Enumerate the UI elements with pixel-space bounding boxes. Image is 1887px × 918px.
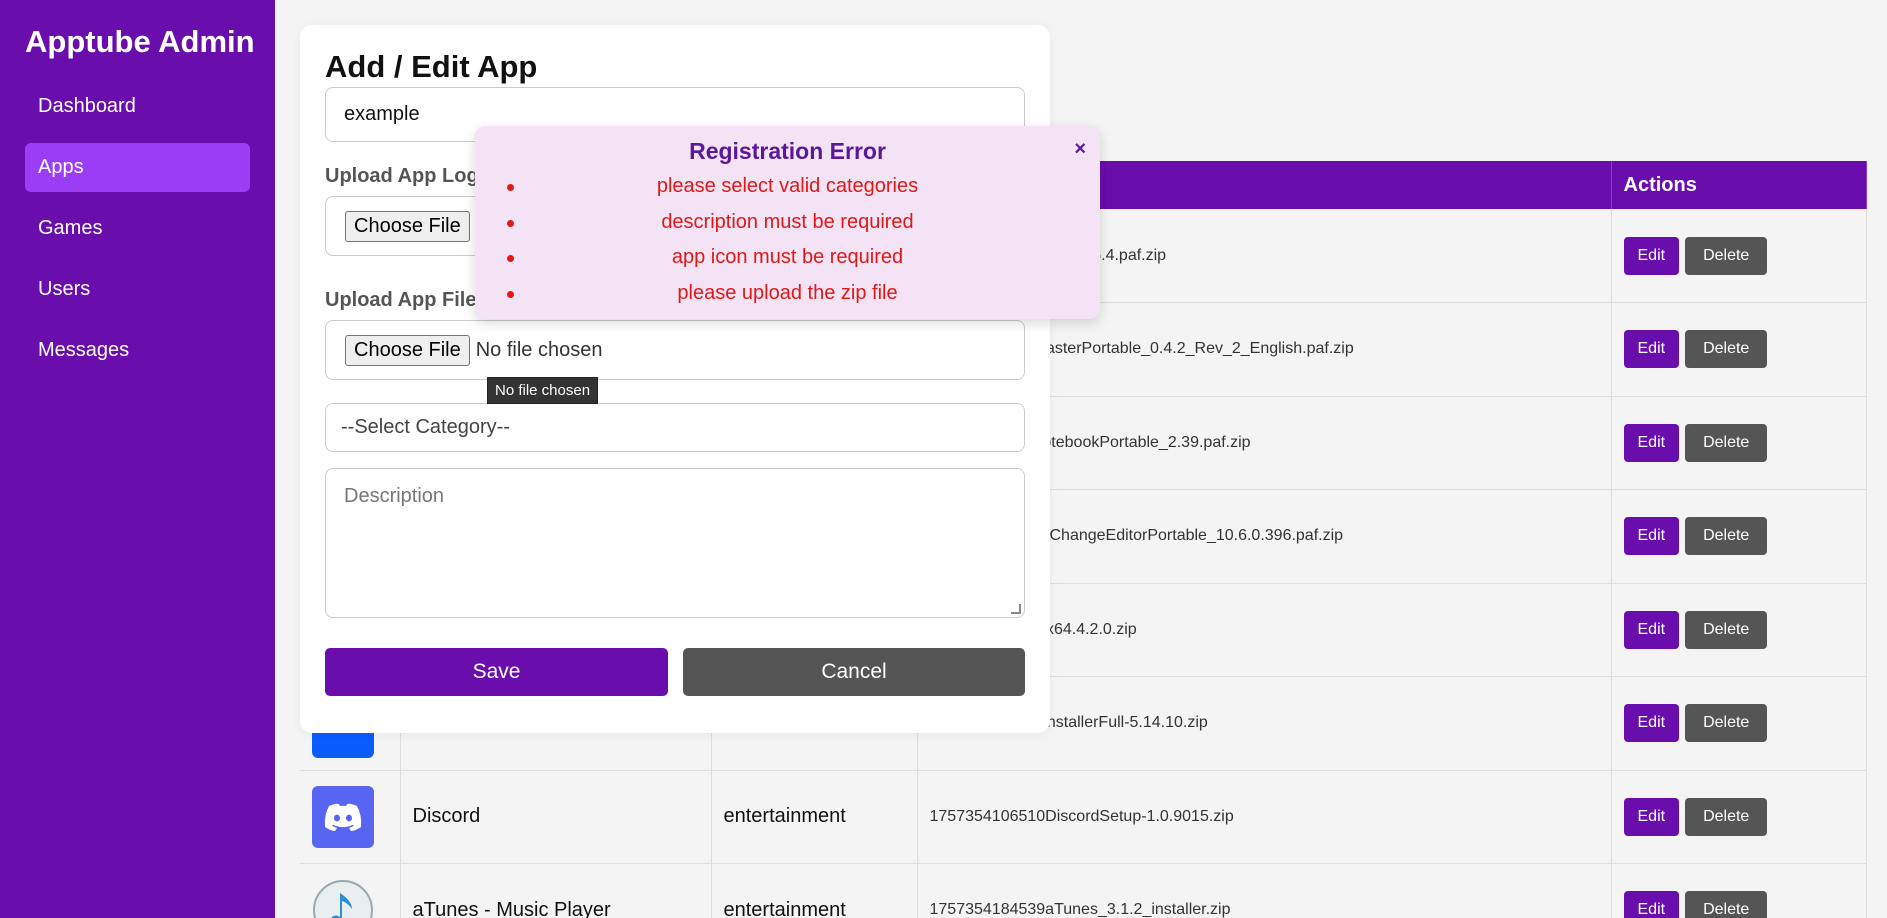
edit-button[interactable]: Edit bbox=[1623, 517, 1680, 556]
edit-button[interactable]: Edit bbox=[1623, 610, 1680, 649]
registration-error-popup: Registration Error × please select valid… bbox=[475, 126, 1100, 319]
actions-cell: Edit Delete bbox=[1611, 583, 1867, 677]
delete-button[interactable]: Delete bbox=[1685, 330, 1768, 369]
sidebar-item-users[interactable]: Users bbox=[25, 265, 250, 314]
sidebar-item-dashboard[interactable]: Dashboard bbox=[25, 82, 250, 131]
delete-button[interactable]: Delete bbox=[1685, 236, 1768, 275]
error-message: please upload the zip file bbox=[495, 276, 1080, 312]
file-status-text: No file chosen bbox=[475, 338, 603, 361]
atunes-app-icon bbox=[312, 879, 374, 918]
actions-cell: Edit Delete bbox=[1611, 302, 1867, 397]
actions-cell: Edit Delete bbox=[1611, 676, 1867, 771]
app-file: 1757354106510DiscordSetup-1.0.9015.zip bbox=[917, 770, 1612, 864]
modal-title: Add / Edit App bbox=[325, 49, 538, 84]
error-title: Registration Error bbox=[689, 138, 886, 164]
delete-button[interactable]: Delete bbox=[1685, 517, 1768, 556]
app-name: aTunes - Music Player bbox=[400, 863, 712, 918]
error-message: description must be required bbox=[495, 205, 1080, 241]
discord-app-icon bbox=[312, 785, 374, 848]
category-select[interactable]: --Select Category-- bbox=[325, 403, 1025, 452]
error-message: please select valid categories bbox=[495, 169, 1080, 205]
app-category: entertainment bbox=[711, 770, 918, 864]
sidebar-item-messages[interactable]: Messages bbox=[25, 326, 250, 375]
music-note-icon bbox=[313, 880, 373, 918]
app-name: Discord bbox=[400, 770, 712, 864]
app-category: entertainment bbox=[711, 863, 918, 918]
delete-button[interactable]: Delete bbox=[1685, 610, 1768, 649]
brand-title: Apptube Admin bbox=[25, 24, 255, 59]
sidebar-item-apps[interactable]: Apps bbox=[25, 143, 250, 192]
app-file-field: Choose File No file chosen bbox=[325, 320, 1025, 380]
error-message: app icon must be required bbox=[495, 240, 1080, 276]
delete-button[interactable]: Delete bbox=[1685, 797, 1768, 836]
app-file: 1757354184539aTunes_3.1.2_installer.zip bbox=[917, 863, 1612, 918]
sidebar-item-games[interactable]: Games bbox=[25, 204, 250, 253]
header-actions: Actions bbox=[1611, 161, 1867, 209]
edit-button[interactable]: Edit bbox=[1623, 236, 1680, 275]
actions-cell: Edit Delete bbox=[1611, 209, 1867, 303]
edit-button[interactable]: Edit bbox=[1623, 797, 1680, 836]
description-textarea[interactable]: Description bbox=[325, 468, 1025, 618]
choose-app-file-button[interactable]: Choose File bbox=[345, 334, 470, 366]
delete-button[interactable]: Delete bbox=[1685, 704, 1768, 743]
edit-button[interactable]: Edit bbox=[1623, 423, 1680, 462]
app-icon-cell bbox=[300, 770, 401, 864]
edit-button[interactable]: Edit bbox=[1623, 704, 1680, 743]
discord-logo-icon bbox=[324, 803, 362, 831]
error-list: please select valid categories descripti… bbox=[495, 169, 1080, 311]
actions-cell: Edit Delete bbox=[1611, 863, 1867, 918]
save-button[interactable]: Save bbox=[325, 648, 668, 696]
description-placeholder: Description bbox=[344, 485, 445, 507]
edit-button[interactable]: Edit bbox=[1623, 330, 1680, 369]
actions-cell: Edit Delete bbox=[1611, 396, 1867, 490]
delete-button[interactable]: Delete bbox=[1685, 423, 1768, 462]
actions-cell: Edit Delete bbox=[1611, 489, 1867, 584]
app-icon-cell bbox=[300, 863, 401, 918]
cancel-button[interactable]: Cancel bbox=[683, 648, 1025, 696]
table-row: aTunes - Music Player entertainment 1757… bbox=[300, 863, 1867, 918]
choose-logo-button[interactable]: Choose File bbox=[345, 210, 470, 242]
sidebar: Apptube Admin Dashboard Apps Games Users… bbox=[0, 0, 275, 918]
actions-cell: Edit Delete bbox=[1611, 770, 1867, 864]
resize-handle-icon[interactable] bbox=[1011, 604, 1021, 614]
file-tooltip: No file chosen bbox=[487, 377, 599, 404]
table-row: Discord entertainment 1757354106510Disco… bbox=[300, 770, 1867, 864]
delete-button[interactable]: Delete bbox=[1685, 891, 1768, 918]
edit-button[interactable]: Edit bbox=[1623, 891, 1680, 918]
close-icon[interactable]: × bbox=[1074, 138, 1086, 161]
